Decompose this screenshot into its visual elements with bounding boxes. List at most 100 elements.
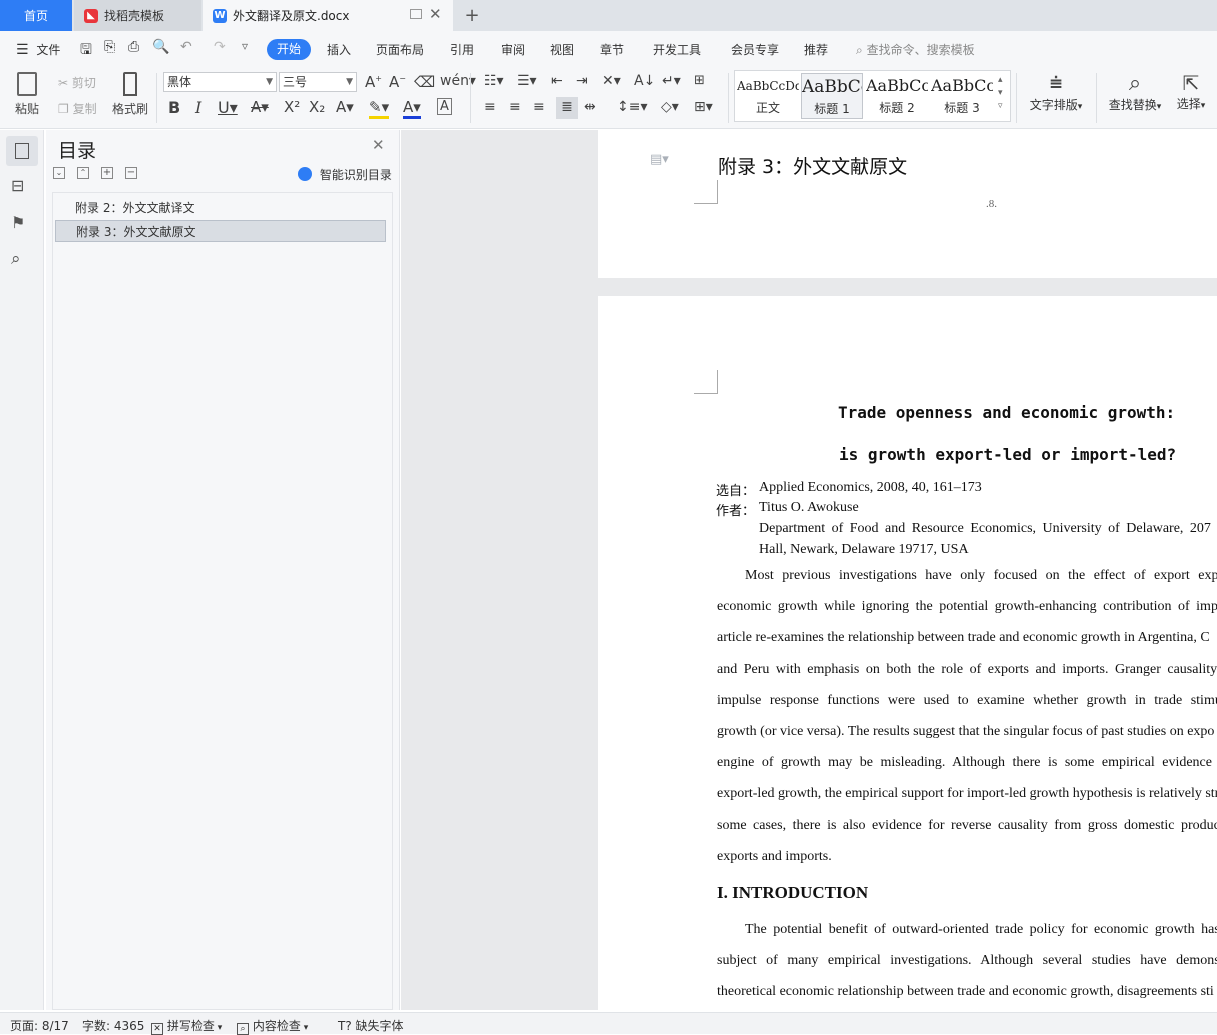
abstract-line[interactable]: Most previous investigations have only f… xyxy=(745,568,1217,584)
italic-icon[interactable]: I xyxy=(195,98,201,117)
content-check-button[interactable]: ⌕ 内容检查 ▾ xyxy=(237,1017,308,1035)
align-right-icon[interactable]: ≡ xyxy=(533,99,545,115)
cut-button[interactable]: ✂ 剪切 xyxy=(58,74,96,91)
grow-font-icon[interactable]: A+ xyxy=(365,73,382,91)
menu-insert[interactable]: 插入 xyxy=(327,41,351,58)
abstract-line[interactable]: article re-examines the relationship bet… xyxy=(717,630,1210,646)
toc-item[interactable]: 附录 2：外文文献译文 xyxy=(55,197,386,219)
highlight-icon[interactable]: ✎▾ xyxy=(369,98,390,119)
menu-review[interactable]: 审阅 xyxy=(501,41,525,58)
increase-indent-icon[interactable]: ⇥ xyxy=(576,73,588,89)
print-preview-icon[interactable]: 🔍 xyxy=(152,39,169,55)
bookmark-icon[interactable]: ⚑ xyxy=(11,213,33,235)
export-pdf-icon[interactable]: ⎘ xyxy=(104,39,115,55)
select-button[interactable]: ⇱ 选择▾ xyxy=(1170,71,1212,112)
menu-page-layout[interactable]: 页面布局 xyxy=(376,41,424,58)
format-painter-button[interactable]: 格式刷 xyxy=(110,70,150,117)
close-panel-icon[interactable]: ✕ xyxy=(372,136,385,154)
redo-icon[interactable]: ↷ xyxy=(214,39,226,55)
abstract-line[interactable]: export-led growth, the empirical support… xyxy=(717,786,1217,802)
superscript-icon[interactable]: X² xyxy=(284,98,300,116)
collapse-down-icon[interactable]: ⌄ xyxy=(53,167,65,179)
chapter-nav-icon[interactable]: ⊟ xyxy=(11,176,33,198)
underline-icon[interactable]: U▾ xyxy=(218,98,238,117)
appendix-heading[interactable]: 附录 3：外文文献原文 xyxy=(718,152,907,179)
bullet-list-icon[interactable]: ☷▾ xyxy=(484,73,504,89)
paper-title-line1[interactable]: Trade openness and economic growth: xyxy=(838,403,1175,422)
close-tab-icon[interactable]: ✕ xyxy=(429,5,442,23)
distributed-align-icon[interactable]: ⇹ xyxy=(584,99,596,115)
paste-button[interactable]: 粘贴 xyxy=(12,70,42,126)
show-marks-icon[interactable]: ↵▾ xyxy=(662,73,681,89)
menu-member[interactable]: 会员专享 xyxy=(731,41,779,58)
abstract-line[interactable]: economic growth while ignoring the poten… xyxy=(717,599,1217,615)
abstract-line[interactable]: and Peru with emphasis on both the role … xyxy=(717,662,1217,678)
section-heading[interactable]: I. INTRODUCTION xyxy=(717,883,868,903)
file-menu[interactable]: ☰ 文件 xyxy=(16,41,60,58)
subscript-icon[interactable]: X₂ xyxy=(309,98,325,116)
tab-ruler-icon[interactable]: ⊞ xyxy=(694,73,705,88)
style-normal[interactable]: AaBbCcDd 正文 xyxy=(737,73,799,119)
search-icon[interactable]: ⌕ xyxy=(11,249,33,271)
clear-format-icon[interactable]: ⌫ xyxy=(414,73,435,91)
toc-item-selected[interactable]: 附录 3：外文文献原文 xyxy=(55,220,386,242)
abstract-line[interactable]: engine of growth may be misleading. Alth… xyxy=(717,755,1217,771)
numbered-list-icon[interactable]: ☰▾ xyxy=(517,73,537,89)
menu-view[interactable]: 视图 xyxy=(550,41,574,58)
collapse-up-icon[interactable]: ⌃ xyxy=(77,167,89,179)
paragraph-marker-icon[interactable]: ▤▾ xyxy=(650,152,669,167)
copy-button[interactable]: ❐ 复制 xyxy=(58,100,97,117)
font-color-icon[interactable]: A▾ xyxy=(403,98,421,119)
source-text[interactable]: Applied Economics, 2008, 40, 161–173 xyxy=(759,480,982,496)
intro-line[interactable]: The potential benefit of outward-oriente… xyxy=(745,922,1217,938)
align-center-icon[interactable]: ≡ xyxy=(509,99,521,115)
style-heading-2[interactable]: AaBbCc 标题 2 xyxy=(866,73,928,119)
word-count[interactable]: 字数: 4365 xyxy=(82,1017,144,1034)
line-spacing-icon[interactable]: ↕≡▾ xyxy=(617,99,648,115)
sort-icon[interactable]: A↓ xyxy=(634,73,655,89)
decrease-indent-icon[interactable]: ⇤ xyxy=(551,73,563,89)
tab-document[interactable]: W 外文翻译及原文.docx ✕ xyxy=(203,0,453,31)
affiliation-line1[interactable]: Department of Food and Resource Economic… xyxy=(759,521,1217,537)
strikethrough-icon[interactable]: A▾ xyxy=(251,98,269,116)
tab-templates[interactable]: ◣ 找稻壳模板 xyxy=(74,0,201,31)
find-replace-button[interactable]: ⌕ 查找替换▾ xyxy=(1104,71,1166,113)
quick-access-dropdown-icon[interactable]: ▿ xyxy=(242,39,248,53)
font-size-select[interactable]: 三号 ▼ xyxy=(279,72,357,92)
intro-line[interactable]: subject of many empirical investigations… xyxy=(717,953,1217,969)
abstract-line[interactable]: impulse response functions were used to … xyxy=(717,693,1217,709)
author-name[interactable]: Titus O. Awokuse xyxy=(759,500,859,516)
tab-home[interactable]: 首页 xyxy=(0,0,72,31)
save-icon[interactable]: 🖫 xyxy=(80,39,92,63)
new-tab-button[interactable]: + xyxy=(460,0,484,31)
missing-font-button[interactable]: T? 缺失字体 xyxy=(338,1017,404,1034)
text-direction-icon[interactable]: ✕▾ xyxy=(602,73,621,89)
spell-check-button[interactable]: ✕ 拼写检查 ▾ xyxy=(151,1017,222,1035)
abstract-line[interactable]: growth (or vice versa). The results sugg… xyxy=(717,724,1214,740)
page-indicator[interactable]: 页面: 8/17 xyxy=(10,1017,69,1034)
char-border-icon[interactable]: A xyxy=(437,98,452,115)
shading-icon[interactable]: ◇▾ xyxy=(661,99,679,115)
align-left-icon[interactable]: ≡ xyxy=(484,99,496,115)
justify-icon[interactable]: ≣ xyxy=(556,97,578,119)
float-window-icon[interactable] xyxy=(410,9,422,19)
paper-title-line2[interactable]: is growth export-led or import-led? xyxy=(839,445,1176,464)
text-effect-icon[interactable]: A▾ xyxy=(336,98,354,116)
menu-recommend[interactable]: 推荐 xyxy=(804,41,828,58)
styles-scroll-icon[interactable]: ▴ ▾ ▿ xyxy=(998,74,1003,113)
bold-icon[interactable]: B xyxy=(168,98,180,117)
menu-start[interactable]: 开始 xyxy=(267,39,311,60)
smart-detect-toc-button[interactable]: 智能识别目录 xyxy=(298,166,392,183)
toc-view-button[interactable] xyxy=(6,136,38,166)
intro-line[interactable]: theoretical economic relationship betwee… xyxy=(717,984,1214,1000)
borders-icon[interactable]: ⊞▾ xyxy=(694,99,713,115)
expand-all-icon[interactable]: + xyxy=(101,167,113,179)
abstract-line[interactable]: exports and imports. xyxy=(717,849,832,865)
style-heading-1[interactable]: AaBbCc 标题 1 xyxy=(801,73,863,119)
text-layout-button[interactable]: ⩧ 文字排版▾ xyxy=(1026,71,1086,113)
affiliation-line2[interactable]: Hall, Newark, Delaware 19717, USA xyxy=(759,542,969,558)
font-name-select[interactable]: 黑体 ▼ xyxy=(163,72,277,92)
menu-chapter[interactable]: 章节 xyxy=(600,41,624,58)
menu-developer[interactable]: 开发工具 xyxy=(653,41,701,58)
print-icon[interactable]: ⎙ xyxy=(128,39,139,55)
